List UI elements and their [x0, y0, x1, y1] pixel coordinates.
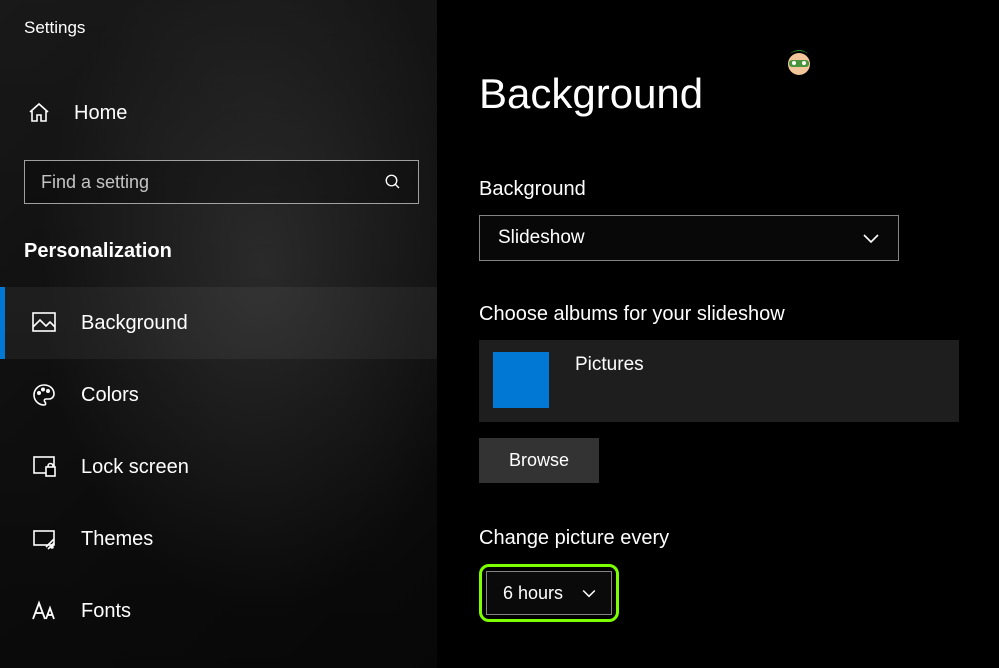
- background-field-label: Background: [479, 178, 959, 201]
- sidebar-item-label: Fonts: [81, 600, 131, 623]
- sidebar-item-themes[interactable]: Themes: [0, 503, 437, 575]
- home-icon: [26, 100, 52, 126]
- album-row[interactable]: Pictures: [479, 340, 959, 422]
- fonts-icon: [31, 598, 57, 624]
- home-label: Home: [74, 102, 127, 125]
- chevron-down-icon: [581, 588, 597, 598]
- album-thumbnail: [493, 352, 549, 408]
- home-nav-item[interactable]: Home: [0, 90, 437, 136]
- highlight-annotation: 6 hours: [479, 564, 619, 622]
- change-every-dropdown[interactable]: 6 hours: [486, 571, 612, 615]
- sidebar-item-label: Themes: [81, 528, 153, 551]
- choose-albums-label: Choose albums for your slideshow: [479, 303, 959, 326]
- browse-button-label: Browse: [509, 450, 569, 470]
- background-dropdown-value: Slideshow: [498, 227, 585, 249]
- themes-icon: [31, 526, 57, 552]
- change-every-value: 6 hours: [503, 583, 563, 604]
- sidebar-item-colors[interactable]: Colors: [0, 359, 437, 431]
- search-box[interactable]: [24, 160, 419, 204]
- sidebar-item-label: Lock screen: [81, 456, 189, 479]
- picture-icon: [31, 310, 57, 336]
- search-input[interactable]: [41, 172, 383, 193]
- palette-icon: [31, 382, 57, 408]
- page-title: Background: [479, 70, 959, 118]
- search-icon: [383, 172, 402, 192]
- lockscreen-icon: [31, 454, 57, 480]
- background-dropdown[interactable]: Slideshow: [479, 215, 899, 261]
- sidebar: Settings Home Personalization: [0, 0, 437, 668]
- change-every-label: Change picture every: [479, 527, 959, 550]
- sidebar-item-lockscreen[interactable]: Lock screen: [0, 431, 437, 503]
- sidebar-item-fonts[interactable]: Fonts: [0, 575, 437, 647]
- sidebar-item-label: Colors: [81, 384, 139, 407]
- settings-window: Settings Home Personalization: [0, 0, 999, 668]
- sidebar-item-label: Background: [81, 312, 188, 335]
- sidebar-item-background[interactable]: Background: [0, 287, 437, 359]
- avatar: [779, 40, 819, 80]
- section-label: Personalization: [0, 204, 437, 287]
- main-panel: Background Background Slideshow Choose a…: [437, 0, 999, 668]
- chevron-down-icon: [862, 232, 880, 244]
- album-name: Pictures: [575, 352, 644, 376]
- app-title: Settings: [0, 18, 437, 38]
- browse-button[interactable]: Browse: [479, 438, 599, 483]
